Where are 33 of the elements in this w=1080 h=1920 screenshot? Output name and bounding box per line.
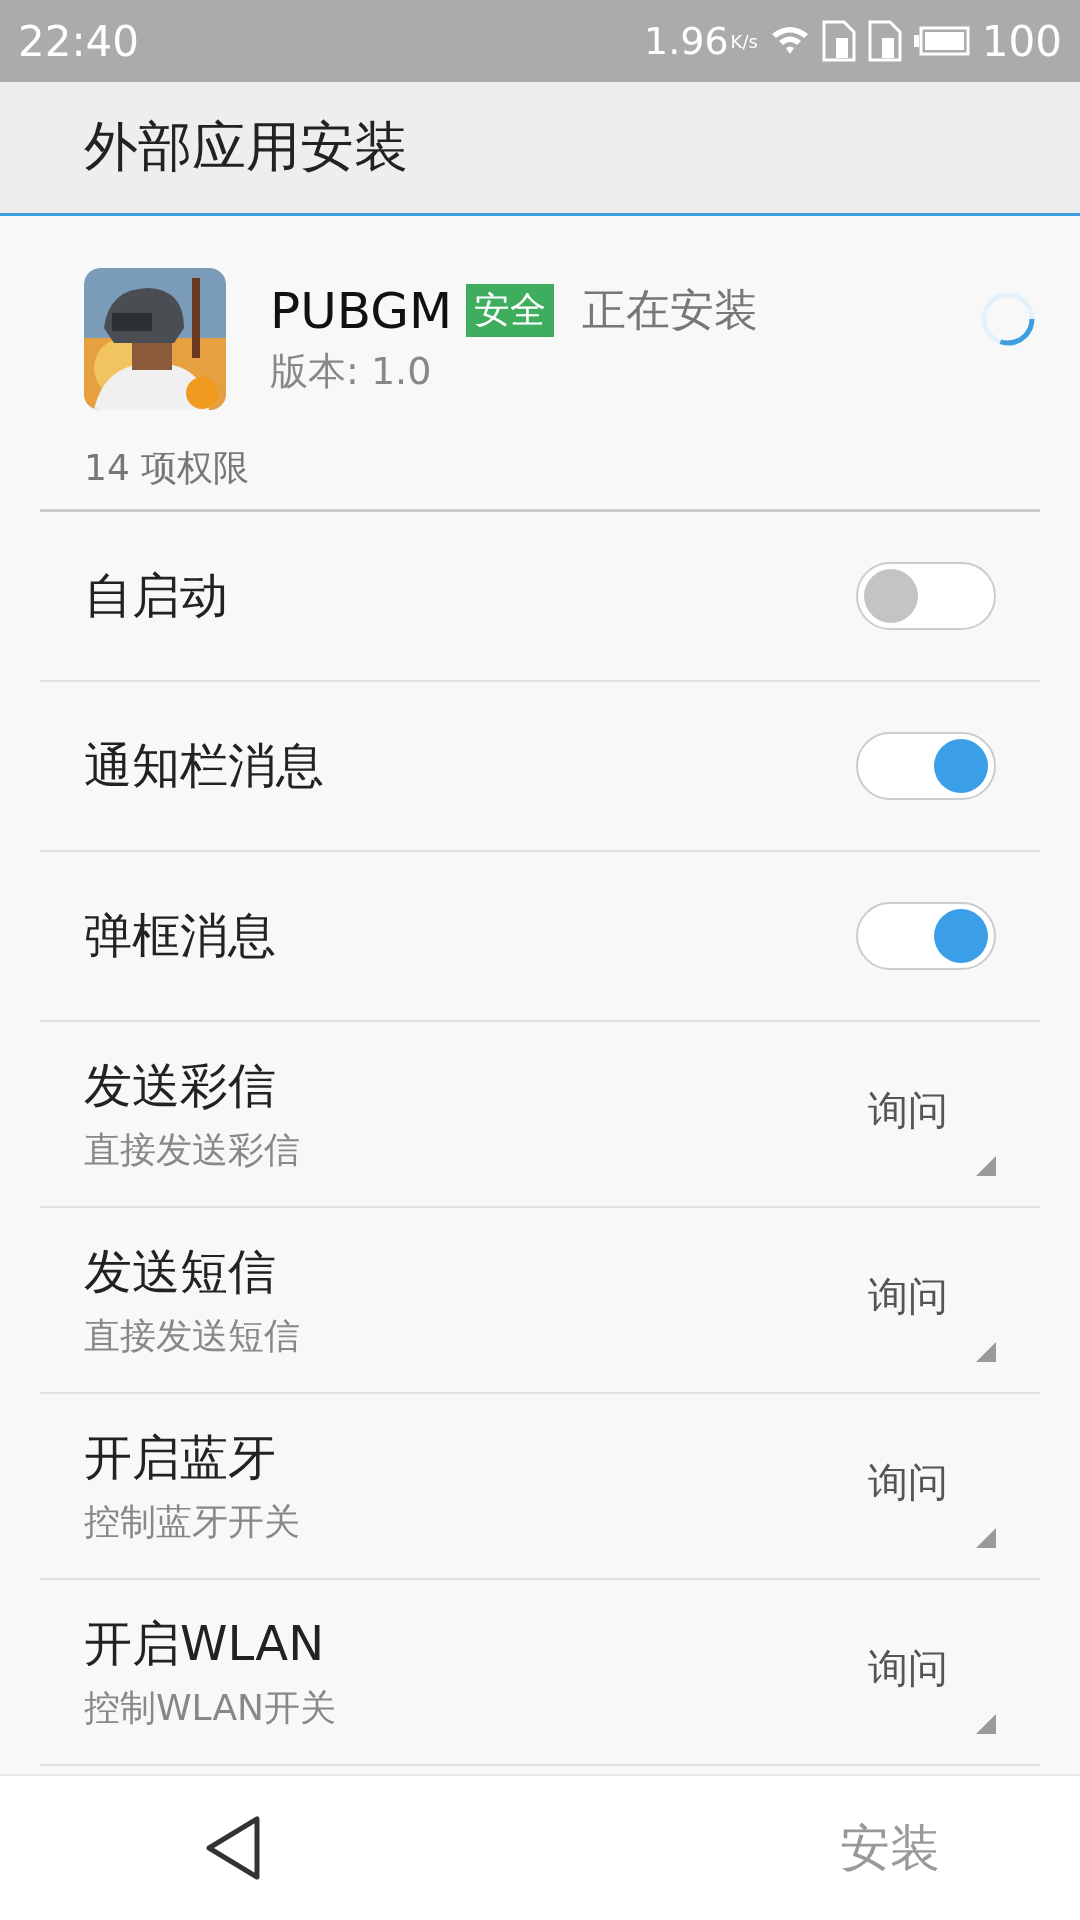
dropdown-corner-icon: [976, 1155, 996, 1176]
permission-description: 控制WLAN开关: [84, 1685, 337, 1730]
permission-dropdown[interactable]: 询问: [856, 1268, 948, 1324]
permission-label: 开启蓝牙: [84, 1427, 277, 1487]
safe-badge: 安全: [466, 284, 555, 337]
page-title: 外部应用安装: [84, 114, 408, 180]
app-version: 版本: 1.0: [270, 348, 433, 395]
permission-description: 直接发送短信: [84, 1313, 300, 1358]
install-status: 正在安装: [582, 283, 759, 337]
app-name: PUBGM: [270, 281, 453, 340]
sim-card-icon: [867, 20, 902, 62]
permission-label: 弹框消息: [84, 906, 276, 965]
clock: 22:40: [18, 16, 140, 66]
dropdown-corner-icon: [976, 1713, 996, 1734]
permission-label: 开启WLAN: [84, 1613, 326, 1673]
permission-dropdown[interactable]: 询问: [856, 1082, 948, 1138]
permission-dropdown[interactable]: 询问: [856, 1640, 948, 1696]
permission-label: 通知栏消息: [84, 736, 324, 795]
dropdown-corner-icon: [976, 1527, 996, 1548]
permission-description: 直接发送彩信: [84, 1127, 300, 1172]
sim-card-icon: [821, 20, 856, 62]
permission-label: 发送短信: [84, 1241, 277, 1301]
speed-unit: K/s: [730, 30, 758, 52]
battery-level: 100: [981, 16, 1062, 66]
battery-icon: [913, 26, 970, 56]
permission-label: 自启动: [84, 566, 228, 625]
network-speed: 1.96: [643, 19, 729, 63]
permission-label: 发送彩信: [84, 1055, 277, 1115]
permission-dropdown[interactable]: 询问: [856, 1454, 948, 1510]
permission-description: 控制蓝牙开关: [84, 1499, 300, 1544]
dropdown-corner-icon: [976, 1341, 996, 1362]
back-icon[interactable]: [204, 1815, 262, 1881]
permissions-count: 14 项权限: [83, 446, 251, 490]
